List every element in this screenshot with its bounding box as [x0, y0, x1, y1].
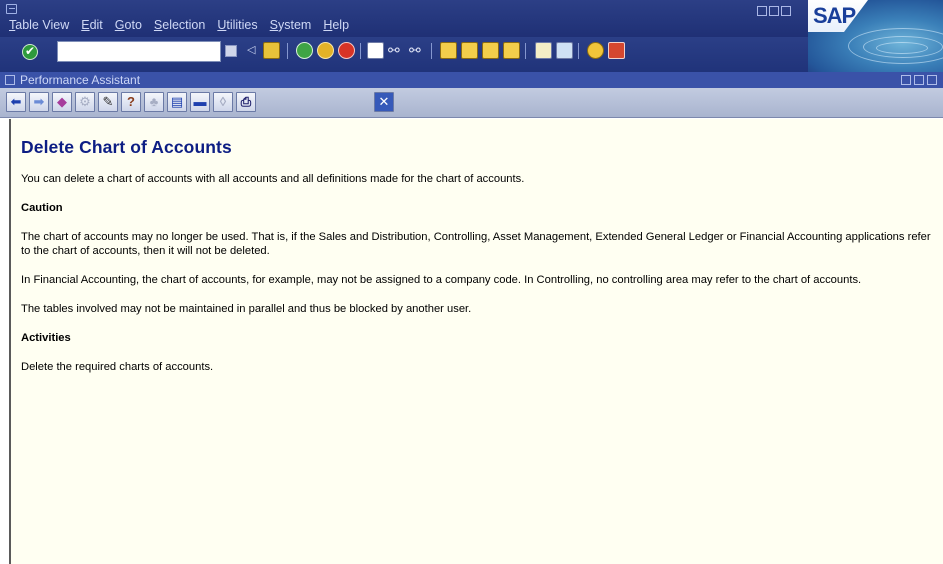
- back-arrow-button[interactable]: ⬅: [6, 92, 26, 112]
- minimize-icon[interactable]: [757, 6, 767, 16]
- save-icon[interactable]: [263, 42, 280, 59]
- help-icon[interactable]: [587, 42, 604, 59]
- system-menu-icon[interactable]: [6, 4, 17, 14]
- menu-items: Table View Edit Goto Selection Utilities…: [9, 18, 349, 32]
- print-button[interactable]: ⎙: [236, 92, 256, 112]
- menu-edit[interactable]: Edit: [81, 18, 103, 32]
- performance-assistant-titlebar: Performance Assistant: [0, 72, 943, 88]
- close-icon[interactable]: [781, 6, 791, 16]
- dictionary-button[interactable]: ♣: [144, 92, 164, 112]
- caution-heading: Caution: [21, 202, 63, 214]
- menu-utilities[interactable]: Utilities: [217, 18, 257, 32]
- minimize-icon[interactable]: [901, 75, 911, 85]
- previous-page-icon[interactable]: [461, 42, 478, 59]
- close-assistant-button[interactable]: ✕: [374, 92, 394, 112]
- find-next-icon[interactable]: ⚯: [409, 42, 426, 59]
- info-button[interactable]: ?: [121, 92, 141, 112]
- application-help-button[interactable]: ▬: [190, 92, 210, 112]
- toolbar-separator: [525, 43, 526, 59]
- technical-info-button[interactable]: ⚙: [75, 92, 95, 112]
- menu-bar: Table View Edit Goto Selection Utilities…: [0, 0, 943, 37]
- menu-table-view[interactable]: Table View: [9, 18, 69, 32]
- cancel-icon[interactable]: [338, 42, 355, 59]
- menu-system[interactable]: System: [270, 18, 312, 32]
- caution-paragraph-2: In Financial Accounting, the chart of ac…: [21, 274, 862, 286]
- print-icon[interactable]: [367, 42, 384, 59]
- window-menu-icon[interactable]: [5, 75, 15, 85]
- last-page-icon[interactable]: [503, 42, 520, 59]
- toolbar-separator: [360, 43, 361, 59]
- exit-icon[interactable]: [317, 42, 334, 59]
- menu-goto[interactable]: Goto: [115, 18, 142, 32]
- next-page-icon[interactable]: [482, 42, 499, 59]
- close-icon[interactable]: [927, 75, 937, 85]
- command-history-icon[interactable]: [225, 45, 237, 57]
- back-icon[interactable]: [296, 42, 313, 59]
- toolbar-separator: [287, 43, 288, 59]
- toolbar-separator: [431, 43, 432, 59]
- assistant-toolbar: [0, 88, 943, 118]
- enter-button[interactable]: [22, 44, 38, 60]
- menu-help[interactable]: Help: [323, 18, 349, 32]
- help-document: Delete Chart of Accounts You can delete …: [21, 137, 931, 389]
- caution-paragraph-1: The chart of accounts may no longer be u…: [21, 231, 931, 257]
- activities-paragraph: Delete the required charts of accounts.: [21, 361, 214, 373]
- toolbar-separator: [578, 43, 579, 59]
- command-field[interactable]: [57, 41, 221, 62]
- page-title: Delete Chart of Accounts: [21, 137, 232, 157]
- maximize-icon[interactable]: [914, 75, 924, 85]
- first-page-icon[interactable]: [440, 42, 457, 59]
- forward-arrow-button[interactable]: ➡: [29, 92, 49, 112]
- settings-button[interactable]: ◊: [213, 92, 233, 112]
- back-small-icon[interactable]: ◁: [247, 42, 257, 59]
- assistant-window-controls: [901, 75, 937, 85]
- menu-selection[interactable]: Selection: [154, 18, 205, 32]
- shortcut-icon[interactable]: [556, 42, 573, 59]
- glossary-button[interactable]: ◆: [52, 92, 72, 112]
- edit-button[interactable]: ✎: [98, 92, 118, 112]
- intro-text: You can delete a chart of accounts with …: [21, 173, 525, 185]
- book-button[interactable]: ▤: [167, 92, 187, 112]
- create-session-icon[interactable]: [535, 42, 552, 59]
- find-icon[interactable]: ⚯: [388, 42, 405, 59]
- layout-menu-icon[interactable]: [608, 42, 625, 59]
- activities-heading: Activities: [21, 332, 71, 344]
- caution-paragraph-3: The tables involved may not be maintaine…: [21, 303, 472, 315]
- maximize-icon[interactable]: [769, 6, 779, 16]
- window-controls: [757, 6, 791, 16]
- performance-assistant-title: Performance Assistant: [20, 73, 141, 87]
